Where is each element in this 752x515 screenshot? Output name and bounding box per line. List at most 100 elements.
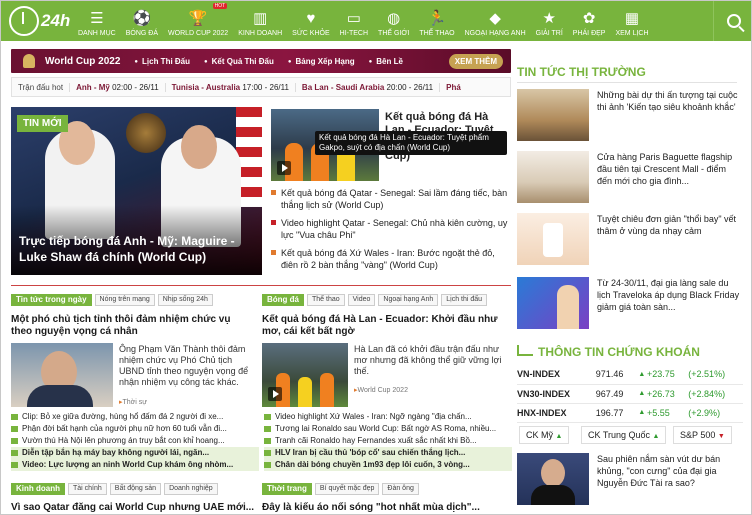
nav-item-beauty[interactable]: ✿ PHÁI ĐẸP: [568, 1, 611, 41]
down-triangle-icon: ▼: [717, 433, 725, 440]
tab-style-tips[interactable]: Bí quyết mặc đẹp: [314, 483, 380, 495]
tab-men[interactable]: Đàn ông: [382, 483, 419, 495]
nav-item-league[interactable]: ◆ NGOẠI HẠNG ANH: [460, 1, 531, 41]
table-row[interactable]: HNX-INDEX 196.77 ▲ +5.55 (+2.9%): [517, 403, 743, 423]
search-icon: [726, 14, 741, 28]
hero-article[interactable]: TIN MỚI Trực tiếp bóng đá Anh - Mỹ: Magu…: [11, 107, 262, 275]
nav-item-label: WORLD CUP 2022: [168, 30, 229, 37]
market-china-button[interactable]: CK Trung Quốc ▲: [581, 426, 667, 444]
worldcup-link-standings[interactable]: Bảng Xếp Hạng: [288, 57, 355, 66]
tab-finance[interactable]: Tài chính: [68, 483, 107, 495]
category-tag[interactable]: Thời sự: [119, 398, 147, 406]
list-item[interactable]: Tương lai Ronaldo sau World Cup: Bất ngờ…: [264, 423, 512, 435]
market-news-title[interactable]: TIN TỨC THỊ TRƯỜNG: [517, 65, 737, 83]
table-row[interactable]: VN-INDEX 971.46 ▲ +23.75 (+2.51%): [517, 365, 743, 385]
list-item[interactable]: Diễn tập bắn hạ máy bay không người lái,…: [11, 447, 259, 459]
nav-item-calendar[interactable]: ▦ XEM LỊCH: [610, 1, 653, 41]
stock-info-title[interactable]: THÔNG TIN CHỨNG KHOÁN: [517, 345, 743, 359]
ball-image: [126, 113, 166, 153]
soccer-ball-icon: ⚽: [132, 10, 152, 27]
tab-sports[interactable]: Thể thao: [307, 294, 345, 306]
football-title[interactable]: Kết quả bóng đá Hà Lan - Ecuador: Khởi đ…: [262, 314, 511, 338]
nav-item-trophy[interactable]: 🏆 WORLD CUP 2022 HOT: [163, 1, 233, 41]
football-thumbnail[interactable]: [262, 343, 348, 407]
market-thumbnail: [517, 151, 589, 203]
nav-item-menu[interactable]: ☰ DANH MỤC: [73, 1, 121, 41]
news-today-thumbnail[interactable]: [11, 343, 113, 407]
nav-item-label: THẾ GIỚI: [378, 30, 410, 37]
nav-item-chart[interactable]: ▥ KINH DOANH: [233, 1, 287, 41]
list-item[interactable]: Clip: Bỏ xe giữa đường, hùng hổ đấm đá 2…: [11, 411, 259, 423]
trophy-icon: 🏆: [188, 10, 208, 27]
list-item[interactable]: Video highlight Xứ Wales - Iran: Ngỡ ngà…: [264, 411, 512, 423]
hero-title[interactable]: Trực tiếp bóng đá Anh - Mỹ: Maguire - Lu…: [19, 233, 254, 265]
ticker-match[interactable]: Tunisia - Australia 17:00 - 26/11: [164, 82, 295, 92]
ticker-match[interactable]: Ba Lan - Saudi Arabia 20:00 - 26/11: [294, 82, 439, 92]
up-arrow-icon: ▲: [636, 384, 648, 404]
market-item[interactable]: Tuyệt chiêu đơn giản "thổi bay" vết thâm…: [517, 213, 743, 267]
worldcup-link-schedule[interactable]: Lịch Thi Đấu: [134, 57, 190, 66]
worldcup-bar: World Cup 2022 Lịch Thi Đấu Kết Quả Thi …: [11, 49, 511, 73]
nav-item-runner[interactable]: 🏃 THỂ THAO: [414, 1, 459, 41]
entertainment-icon: ★: [542, 10, 556, 27]
tab-real-estate[interactable]: Bất động sản: [109, 483, 162, 495]
nav-item-entertainment[interactable]: ★ GIẢI TRÍ: [531, 1, 568, 41]
list-item[interactable]: Phận đời bất hạnh của người phụ nữ hơn 6…: [11, 423, 259, 435]
market-item[interactable]: Cửa hàng Paris Baguette flagship đầu tiê…: [517, 151, 743, 205]
list-item[interactable]: Kết quả bóng đá Qatar - Senegal: Sai lầm…: [271, 187, 511, 211]
tab-daily-life[interactable]: Nhịp sống 24h: [157, 294, 213, 306]
market-us-button[interactable]: CK Mỹ ▲: [519, 426, 570, 444]
market-sp500-button[interactable]: S&P 500 ▼: [673, 426, 732, 444]
globe-icon: ◍: [387, 10, 401, 27]
market-thumbnail: [517, 277, 589, 329]
list-item[interactable]: Chân dài bóng chuyền 1m93 đẹp lôi cuốn, …: [264, 459, 512, 471]
tab-video[interactable]: Video: [347, 294, 376, 306]
ticker-match[interactable]: Anh - Mỹ 02:00 - 26/11: [69, 82, 165, 92]
nav-item-label: NGOẠI HẠNG ANH: [464, 30, 526, 37]
nav-item-health[interactable]: ♥ SỨC KHỎE: [287, 1, 335, 41]
worldcup-link-sidelines[interactable]: Bên Lề: [369, 57, 403, 66]
stock-news-thumbnail: [517, 453, 589, 505]
up-arrow-icon: ▲: [636, 403, 648, 423]
market-item[interactable]: Từ 24-30/11, đại gia làng sale du lịch T…: [517, 277, 743, 331]
list-item[interactable]: Vườn thú Hà Nội lên phương án truy bắt c…: [11, 435, 259, 447]
search-button[interactable]: [713, 1, 751, 41]
fashion-title[interactable]: Đây là kiểu áo nổi sóng "hot nhất mùa dị…: [262, 502, 512, 514]
list-item[interactable]: Kết quả bóng đá Xứ Wales - Iran: Bước ng…: [271, 247, 511, 271]
tab-premier-league[interactable]: Ngoại hạng Anh: [378, 294, 439, 306]
tab-news-today[interactable]: Tin tức trong ngày: [11, 294, 92, 306]
nav-item-globe[interactable]: ◍ THẾ GIỚI: [373, 1, 414, 41]
tab-hot-online[interactable]: Nóng trên mạng: [94, 294, 155, 306]
logo[interactable]: 24h: [1, 1, 73, 41]
health-icon: ♥: [306, 10, 316, 27]
list-item[interactable]: Video: Lực lượng an ninh World Cup khám …: [11, 459, 259, 471]
stock-news-item[interactable]: Sau phiên nắm sàn vút dư bán khủng, "con…: [517, 453, 743, 507]
market-item[interactable]: Những bài dự thi ấn tượng tại cuộc thi ả…: [517, 89, 743, 143]
market-thumbnail: [517, 213, 589, 265]
tab-enterprise[interactable]: Doanh nghiệp: [164, 483, 218, 495]
divider: [11, 285, 511, 286]
tab-fashion[interactable]: Thời trang: [262, 483, 312, 495]
nav-item-label: HI-TECH: [339, 30, 369, 37]
tab-fixtures[interactable]: Lịch thi đấu: [441, 294, 488, 306]
worldcup-title[interactable]: World Cup 2022: [11, 53, 120, 68]
nav-item-device[interactable]: ▭ HI-TECH: [335, 1, 373, 41]
table-row[interactable]: VN30-INDEX 967.49 ▲ +26.73 (+2.84%): [517, 384, 743, 404]
worldcup-more-button[interactable]: XEM THÊM: [448, 53, 503, 69]
list-item[interactable]: HLV Iran bị cầu thủ 'bóp cổ' sau chiến t…: [264, 447, 512, 459]
tab-football[interactable]: Bóng đá: [262, 294, 304, 306]
up-triangle-icon: ▲: [652, 433, 660, 440]
news-today-title[interactable]: Một phó chủ tịch tỉnh thôi đảm nhiệm chứ…: [11, 314, 251, 338]
ticker-match[interactable]: Phá: [439, 82, 467, 92]
nav-item-label: THỂ THAO: [419, 30, 455, 37]
ticker-label: Trận đấu hot: [18, 82, 64, 92]
nav-item-soccer-ball[interactable]: ⚽ BÓNG ĐÁ: [121, 1, 163, 41]
category-tag[interactable]: World Cup 2022: [354, 386, 408, 394]
market-thumbnail: [517, 89, 589, 141]
worldcup-link-results[interactable]: Kết Quả Thi Đấu: [204, 57, 274, 66]
tab-business[interactable]: Kinh doanh: [11, 483, 65, 495]
list-item[interactable]: Video highlight Qatar - Senegal: Chủ nhà…: [271, 217, 511, 241]
clock-logo-icon: [9, 6, 39, 36]
business-title[interactable]: Vì sao Qatar đăng cai World Cup nhưng UA…: [11, 502, 261, 514]
list-item[interactable]: Tranh cãi Ronaldo hay Fernandes xuất sắc…: [264, 435, 512, 447]
